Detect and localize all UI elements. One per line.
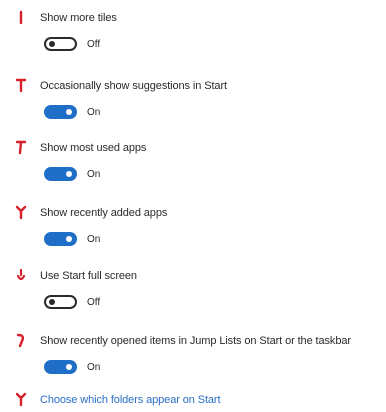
setting-label: Use Start full screen	[40, 270, 137, 282]
annotation-marker-icon	[15, 268, 27, 284]
toggle-row: On	[44, 230, 164, 250]
setting-label: Show recently added apps	[40, 207, 168, 219]
toggle-state-label: On	[87, 169, 101, 180]
setting-label: Show more tiles	[40, 12, 117, 24]
toggle-state-label: On	[87, 234, 101, 245]
annotation-marker-icon	[15, 205, 27, 221]
recently-added-apps-toggle[interactable]	[44, 232, 77, 246]
setting-label: Occasionally show suggestions in Start	[40, 80, 227, 92]
start-full-screen-toggle[interactable]	[44, 295, 77, 309]
show-more-tiles-toggle[interactable]	[44, 37, 77, 51]
toggle-row: Off	[44, 293, 164, 313]
annotation-marker-icon	[15, 10, 27, 26]
toggle-state-label: Off	[87, 39, 101, 50]
toggle-knob	[49, 299, 55, 305]
toggle-row: On	[44, 103, 164, 123]
annotation-marker-icon	[15, 140, 27, 156]
toggle-knob	[66, 236, 72, 242]
suggestions-in-start-toggle[interactable]	[44, 105, 77, 119]
toggle-row: Off	[44, 35, 164, 55]
toggle-knob	[66, 109, 72, 115]
setting-label: Show recently opened items in Jump Lists…	[40, 335, 351, 347]
most-used-apps-toggle[interactable]	[44, 167, 77, 181]
toggle-knob	[66, 171, 72, 177]
annotation-marker-icon	[15, 333, 27, 349]
toggle-knob	[49, 41, 55, 47]
toggle-row: On	[44, 165, 164, 185]
jump-lists-toggle[interactable]	[44, 360, 77, 374]
toggle-knob	[66, 364, 72, 370]
choose-folders-link[interactable]: Choose which folders appear on Start	[40, 394, 221, 406]
toggle-row: On	[44, 358, 164, 378]
annotation-marker-icon	[15, 392, 27, 408]
annotation-marker-icon	[15, 78, 27, 94]
start-settings-panel: Show more tiles Off Occasionally show su…	[0, 0, 386, 412]
toggle-state-label: Off	[87, 297, 101, 308]
toggle-state-label: On	[87, 362, 101, 373]
setting-label: Show most used apps	[40, 142, 147, 154]
toggle-state-label: On	[87, 107, 101, 118]
